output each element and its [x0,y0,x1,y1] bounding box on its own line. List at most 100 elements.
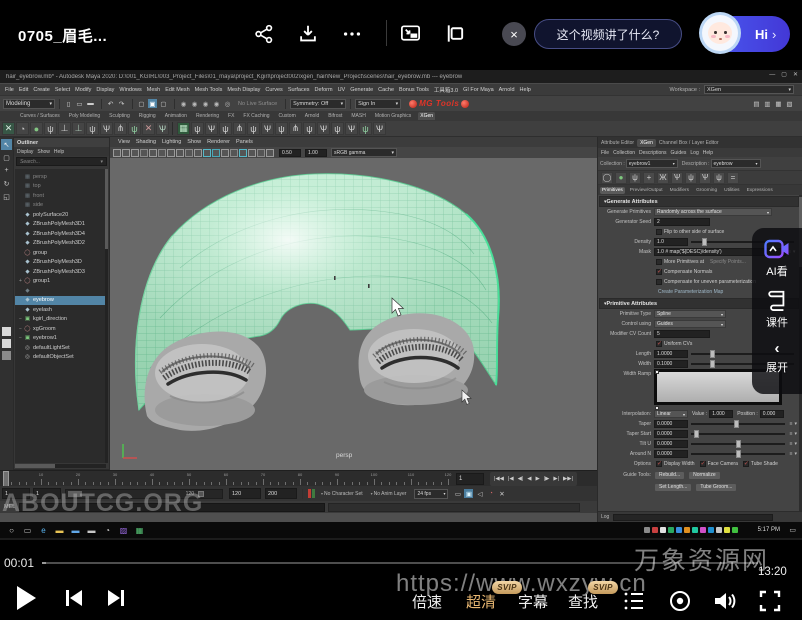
shelf-tab-bifrost[interactable]: Bifrost [326,112,344,120]
maya-menu-help[interactable]: Help [520,87,531,93]
shelf-tool-icon[interactable]: Ѱ [261,122,274,135]
shelf-tab-xgen[interactable]: XGen [418,112,435,120]
slider-value-field[interactable]: 0.1000 [654,360,688,368]
slider-value-field[interactable]: 0.0000 [654,440,688,448]
status-icon[interactable]: ↷ [117,99,126,108]
slider-track[interactable] [691,423,785,425]
slider-value-field[interactable]: 0.0000 [654,450,688,458]
set-key-icon[interactable] [308,489,315,498]
xgen-menu-help[interactable]: Help [703,150,713,156]
xgen-toolbar-icon[interactable]: Ж [657,172,669,184]
viewport-menu-panels[interactable]: Panels [236,139,253,145]
shelf-tool-icon[interactable]: ● [30,122,43,135]
current-frame-field[interactable]: 1 [456,473,484,485]
outliner-item-xggroom[interactable]: −◯xgGroom [15,324,106,334]
checkbox[interactable] [656,279,662,285]
maya-menu-gi-for-maya[interactable]: GI For Maya [463,87,494,93]
maya-menu-curves[interactable]: Curves [265,87,282,93]
map-button[interactable]: ≡ [790,441,793,447]
playback-button[interactable]: ◀| [518,476,524,482]
slider-handle[interactable] [694,430,699,438]
window-button-item[interactable]: ✕ [793,71,798,78]
maya-menu-arnold[interactable]: Arnold [499,87,515,93]
maya-menu-windows[interactable]: Windows [119,87,141,93]
slider-handle[interactable] [702,238,707,246]
xgen-toolbar-icon[interactable]: ψ [685,172,697,184]
window-button-item[interactable]: — [769,72,775,78]
slider-handle[interactable] [710,360,715,368]
shelf-tool-icon[interactable]: ◔ [16,122,29,135]
section-header-generate-attributes[interactable]: ▾ Generate Attributes [599,196,799,207]
playback-button[interactable]: ▶| [553,476,559,482]
xgen-toolbar-icon[interactable]: = [727,172,739,184]
specify-points-button[interactable]: Specify Points... [710,259,746,265]
maya-menu-modify[interactable]: Modify [75,87,91,93]
shelf-tab-poly-modeling[interactable]: Poly Modeling [67,112,102,120]
viewport-menu-renderer[interactable]: Renderer [207,139,230,145]
scroll-thumb[interactable] [105,169,108,249]
taskbar-app-icon[interactable]: ▬ [54,524,65,536]
playback-end-field[interactable]: 120 [229,488,261,499]
outliner-search[interactable]: Search... ▾ [16,157,107,166]
slider-handle[interactable] [710,350,715,358]
xgen-subtab-utilities[interactable]: Utilities [722,187,741,194]
ai-close-button[interactable]: × [502,22,526,46]
taskbar-app-icon[interactable]: ◔ [102,524,113,536]
tab-channel-box-layer-editor[interactable]: Channel Box / Layer Editor [656,139,722,147]
shelf-tool-icon[interactable]: ⊥ [58,122,71,135]
taskbar-app-icon[interactable]: ▨ [118,524,129,536]
status-icon[interactable]: ▢ [159,99,168,108]
playback-button[interactable]: ▶▶| [563,476,573,482]
toolbox-tool-icon[interactable]: + [1,165,12,176]
viewport-toolbar-icon[interactable] [239,149,247,157]
previous-button[interactable] [64,588,84,613]
set-length-button[interactable]: Set Length... [654,483,692,492]
shelf-tool-icon[interactable]: ✕ [142,122,155,135]
fullscreen-button[interactable] [758,589,782,618]
outliner-item-top[interactable]: ▦top [15,182,106,192]
maya-menu-deform[interactable]: Deform [315,87,333,93]
checkbox[interactable] [656,229,662,235]
viewport-toolbar-icon[interactable] [194,149,202,157]
shelf-tool-icon[interactable]: ψ [275,122,288,135]
shelf-tool-icon[interactable]: ⋔ [233,122,246,135]
tray-icon[interactable] [676,527,682,533]
menuset-dropdown[interactable]: Modeling ▾ [3,99,55,109]
xgen-subtab-expressions[interactable]: Expressions [745,187,775,194]
value-field[interactable]: 1.000 [709,410,733,418]
volume-button[interactable] [712,589,738,618]
shelf-tab-arnold[interactable]: Arnold [303,112,321,120]
shelf-tool-icon[interactable]: ψ [44,122,57,135]
taskbar-app-icon[interactable]: ▭ [22,524,33,536]
slider-handle[interactable] [736,440,741,448]
pip-button[interactable] [398,21,422,45]
maya-menu-file[interactable]: File [5,87,14,93]
maya-menu-uv[interactable]: UV [338,87,346,93]
timeline-option-icon[interactable]: ▣ [464,489,473,498]
xgen-subtab-modifiers[interactable]: Modifiers [668,187,691,194]
playback-button[interactable]: ◀ [527,476,531,482]
shelf-tab-fx[interactable]: FX [226,112,236,120]
shelf-tab-custom[interactable]: Custom [277,112,298,120]
viewport-menu-view[interactable]: View [118,139,130,145]
outliner-item-zbrushpolymesh3d3[interactable]: ◆ZBrushPolyMesh3D3 [15,267,106,277]
shelf-tool-icon[interactable]: Ѱ [100,122,113,135]
gamma-field[interactable]: 1.00 [305,149,327,157]
dropdown-arrow-icon[interactable]: ▾ [794,421,797,427]
maya-menu-3-0[interactable]: 工具箱3.0 [434,86,458,94]
tray-icon[interactable] [652,527,658,533]
xgen-toolbar-icon[interactable]: Ѱ [699,172,711,184]
outliner-item-group1[interactable]: +◯group1 [15,277,106,287]
xgen-toolbar-icon[interactable]: + [643,172,655,184]
outliner-item-eyebrow1[interactable]: −▣eyebrow1 [15,334,106,344]
taskbar-app-icon[interactable]: ▬ [86,524,97,536]
xgen-toolbar-icon[interactable]: ψ [713,172,725,184]
tray-icon[interactable] [684,527,690,533]
expand-toggle-icon[interactable]: + [17,278,24,284]
panel-toggle-icon[interactable]: ▥ [763,99,772,108]
viewport-toolbar-icon[interactable] [149,149,157,157]
xgen-subtab-grooming[interactable]: Grooming [694,187,719,194]
window-button-item[interactable]: ▢ [781,71,787,78]
ramp-handle[interactable] [655,370,659,374]
map-button[interactable]: ≡ [790,431,793,437]
